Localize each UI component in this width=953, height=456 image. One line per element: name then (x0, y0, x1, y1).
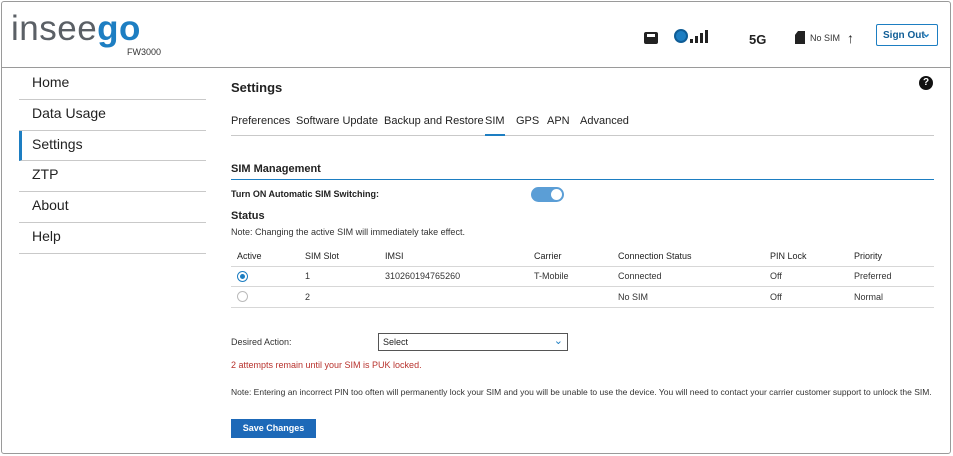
priority-cell: Normal (854, 286, 934, 308)
desired-action-label: Desired Action: (231, 337, 292, 347)
sidebar-item-home[interactable]: Home (19, 69, 206, 100)
logo-text: insee (11, 9, 98, 48)
no-sim-icon (795, 31, 805, 44)
pin-lock-cell: Off (770, 286, 854, 308)
sidebar-item-help[interactable]: Help (19, 223, 206, 254)
sidebar-item-ztp[interactable]: ZTP (19, 161, 206, 193)
tab-gps[interactable]: GPS (516, 115, 539, 136)
tab-preferences[interactable]: Preferences (231, 115, 290, 136)
carrier-cell: T-Mobile (534, 265, 618, 287)
app-window: inseego FW3000 5G No SIM ↑ Sign Out ⌄ Ho… (1, 1, 951, 454)
network-type: 5G (749, 32, 767, 47)
tab-software-update[interactable]: Software Update (296, 115, 378, 136)
sidebar: Home Data Usage Settings ZTP About Help (19, 69, 206, 254)
col-pin-lock: PIN Lock (770, 250, 807, 261)
connection-status-cell: No SIM (618, 286, 770, 308)
header: inseego FW3000 5G No SIM ↑ Sign Out ⌄ (2, 2, 950, 68)
globe-icon (674, 29, 688, 43)
imsi-cell (385, 286, 534, 308)
help-icon[interactable]: ? (919, 76, 933, 90)
save-changes-button[interactable]: Save Changes (231, 419, 316, 438)
tab-apn[interactable]: APN (547, 115, 570, 136)
model-label: FW3000 (127, 47, 162, 57)
pin-lock-cell: Off (770, 265, 854, 287)
sign-out-label: Sign Out (883, 30, 925, 41)
desired-action-select[interactable]: Select ⌄ (378, 333, 568, 351)
col-connection-status: Connection Status (618, 250, 692, 261)
col-carrier: Carrier (534, 250, 562, 261)
table-row: 1 310260194765260 T-Mobile Connected Off… (231, 265, 934, 287)
sim-slot-cell: 2 (305, 286, 385, 308)
sidebar-item-about[interactable]: About (19, 192, 206, 223)
table-row: 2 No SIM Off Normal (231, 286, 934, 308)
sign-out-button[interactable]: Sign Out ⌄ (876, 24, 938, 46)
active-sim-radio[interactable] (237, 270, 248, 282)
col-priority: Priority (854, 250, 883, 261)
auto-switch-toggle[interactable] (531, 187, 564, 202)
router-icon (644, 32, 658, 44)
puk-warning: 2 attempts remain until your SIM is PUK … (231, 360, 422, 370)
signal-bars-icon (690, 29, 712, 43)
connection-status-cell: Connected (618, 265, 770, 287)
sim-status-text: No SIM (810, 33, 841, 43)
select-value: Select (383, 337, 409, 347)
sim-slot-cell: 1 (305, 265, 385, 287)
tab-sim[interactable]: SIM (485, 115, 505, 136)
page-title: Settings (231, 80, 283, 95)
sidebar-item-settings[interactable]: Settings (19, 130, 206, 162)
brand-logo: inseego (11, 9, 141, 49)
sim-table: Active SIM Slot IMSI Carrier Connection … (231, 246, 934, 308)
imsi-cell: 310260194765260 (385, 265, 534, 287)
chevron-down-icon: ⌄ (553, 335, 563, 347)
status-note: Note: Changing the active SIM will immed… (231, 227, 465, 237)
col-active: Active (237, 250, 262, 261)
col-imsi: IMSI (385, 250, 404, 261)
sidebar-item-data-usage[interactable]: Data Usage (19, 100, 206, 131)
tab-backup-restore[interactable]: Backup and Restore (384, 115, 484, 136)
section-title: SIM Management (231, 163, 934, 180)
active-sim-radio[interactable] (237, 291, 248, 303)
tab-advanced[interactable]: Advanced (580, 115, 629, 136)
status-heading: Status (231, 210, 265, 222)
priority-cell: Preferred (854, 265, 934, 287)
pin-note: Note: Entering an incorrect PIN too ofte… (231, 387, 932, 397)
upload-arrow-icon: ↑ (847, 30, 854, 46)
carrier-cell (534, 286, 618, 308)
auto-switch-label: Turn ON Automatic SIM Switching: (231, 189, 379, 199)
logo-text-accent: go (97, 9, 141, 48)
chevron-down-icon: ⌄ (921, 28, 931, 40)
col-sim-slot: SIM Slot (305, 250, 340, 261)
tab-bar: Preferences Software Update Backup and R… (231, 115, 934, 136)
table-header-row: Active SIM Slot IMSI Carrier Connection … (231, 246, 934, 266)
